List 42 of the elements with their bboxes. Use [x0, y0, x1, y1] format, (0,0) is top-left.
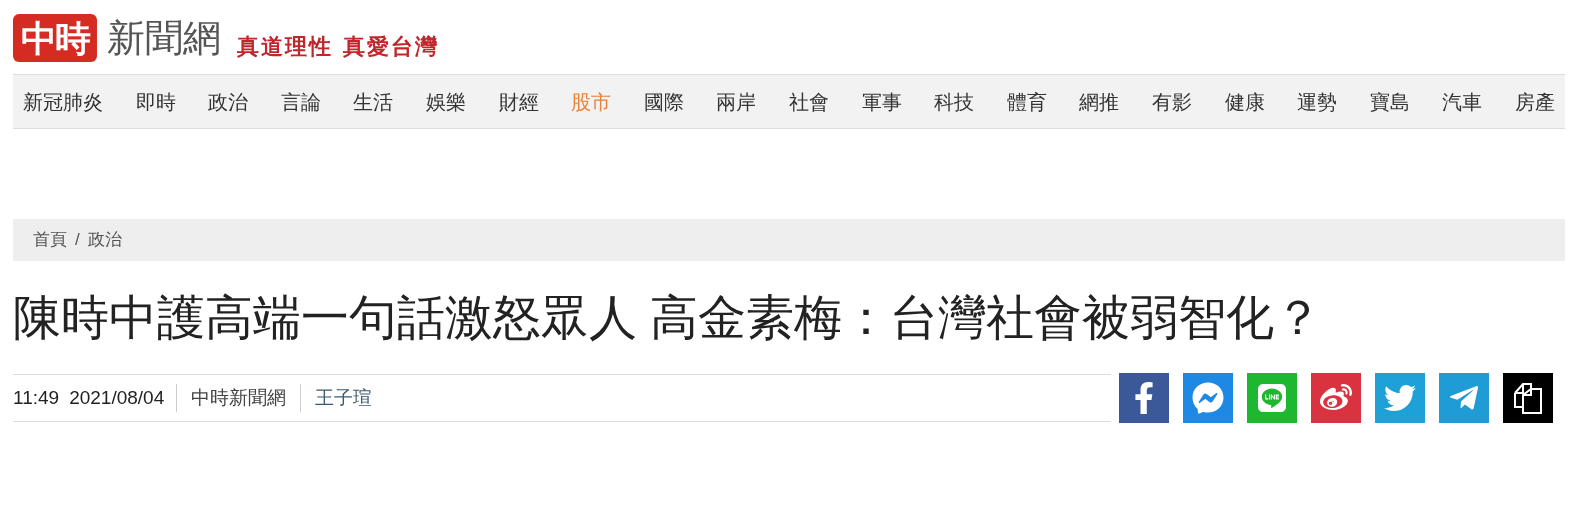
line-icon — [1256, 382, 1288, 414]
share-line-button[interactable] — [1247, 373, 1297, 423]
nav-link[interactable]: 運勢 — [1297, 86, 1338, 117]
nav-link[interactable]: 娛樂 — [425, 86, 466, 117]
nav-link[interactable]: 生活 — [353, 86, 394, 117]
slogan: 真道理性 真愛台灣 — [237, 32, 439, 60]
article-title: 陳時中護高端一句話激怒眾人 高金素梅：台灣社會被弱智化？ — [13, 290, 1324, 346]
nav-link[interactable]: 寶島 — [1369, 86, 1410, 117]
nav-link[interactable]: 言論 — [280, 86, 321, 117]
nav-link[interactable]: 體育 — [1006, 86, 1047, 117]
article-source: 中時新聞網 — [176, 383, 301, 413]
breadcrumb-link[interactable]: 首頁 — [33, 227, 67, 253]
nav-link[interactable]: 國際 — [643, 86, 684, 117]
nav-link[interactable]: 房產 — [1514, 86, 1555, 117]
nav-link[interactable]: 即時 — [135, 86, 176, 117]
nav-link[interactable]: 網推 — [1079, 86, 1120, 117]
article-author: 王子瑄 — [300, 383, 387, 413]
copy-icon — [1513, 381, 1543, 415]
breadcrumb-separator: / — [75, 229, 80, 252]
nav-link[interactable]: 財經 — [498, 86, 539, 117]
share-facebook-button[interactable] — [1119, 373, 1169, 423]
nav-link[interactable]: 科技 — [934, 86, 975, 117]
messenger-icon — [1192, 382, 1224, 414]
nav-link[interactable]: 兩岸 — [716, 86, 757, 117]
publish-time: 11:49 — [13, 385, 61, 410]
nav-link[interactable]: 新冠肺炎 — [23, 86, 103, 117]
share-messenger-button[interactable] — [1183, 373, 1233, 423]
breadcrumb-link[interactable]: 政治 — [87, 227, 122, 253]
publish-date: 2021/08/04 — [69, 385, 166, 410]
nav-link[interactable]: 軍事 — [861, 86, 902, 117]
twitter-icon — [1384, 382, 1416, 414]
nav-link[interactable]: 健康 — [1224, 86, 1265, 117]
copy-link-button[interactable] — [1503, 373, 1553, 423]
nav-link[interactable]: 汽車 — [1442, 86, 1483, 117]
nav-link[interactable]: 政治 — [208, 86, 249, 117]
nav-link[interactable]: 有影 — [1151, 86, 1192, 117]
logo-mark[interactable]: 中時 — [13, 14, 97, 62]
nav-link[interactable]: 社會 — [788, 86, 829, 117]
share-telegram-button[interactable] — [1439, 373, 1489, 423]
logo-text: 新聞網 — [107, 15, 221, 62]
share-twitter-button[interactable] — [1375, 373, 1425, 423]
share-weibo-button[interactable] — [1311, 373, 1361, 423]
